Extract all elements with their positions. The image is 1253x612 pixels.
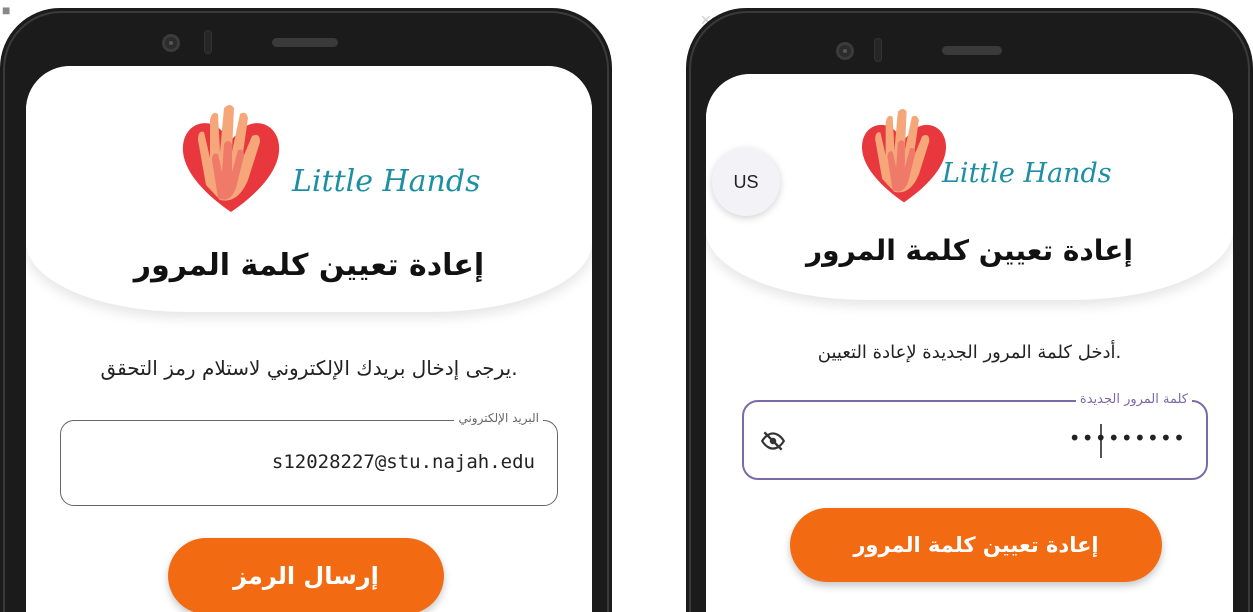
phone-sensor <box>874 38 882 62</box>
window-edge-glyph: ■ <box>2 2 11 18</box>
header-card: Little Hands إعادة تعيين كلمة المرور <box>706 74 1233 300</box>
reset-password-button[interactable]: إعادة تعيين كلمة المرور <box>790 508 1162 582</box>
phone-camera-icon <box>836 42 854 60</box>
phone-camera-icon <box>162 34 180 52</box>
app-name-logo: Little Hands <box>292 164 481 199</box>
logo-hands-heart-icon <box>182 105 280 212</box>
new-password-field-label: كلمة المرور الجديدة <box>1075 392 1192 407</box>
eye-off-icon[interactable] <box>760 428 786 454</box>
phone-frame-right: Little Hands إعادة تعيين كلمة المرور US … <box>686 8 1253 612</box>
send-code-button-label: إرسال الرمز <box>233 562 379 590</box>
new-password-field[interactable]: كلمة المرور الجديدة ••••••••• <box>742 392 1208 480</box>
send-code-button[interactable]: إرسال الرمز <box>168 538 444 612</box>
email-field-label: البريد الإلكتروني <box>454 411 543 425</box>
header-card: Little Hands إعادة تعيين كلمة المرور <box>26 66 592 312</box>
page-title: إعادة تعيين كلمة المرور <box>133 248 485 283</box>
instruction-text: أدخل كلمة المرور الجديدة لإعادة التعيين. <box>817 342 1122 363</box>
app-screen-left: Little Hands إعادة تعيين كلمة المرور يرج… <box>26 66 592 612</box>
app-name-logo: Little Hands <box>942 158 1112 189</box>
reset-password-button-label: إعادة تعيين كلمة المرور <box>853 533 1099 557</box>
phone-speaker <box>942 46 1002 55</box>
email-field-value[interactable]: s12028227@stu.najah.edu <box>272 451 535 473</box>
logo-hands-heart-icon <box>861 109 947 203</box>
language-switch-button[interactable]: US <box>712 148 780 216</box>
phone-frame-left: Little Hands إعادة تعيين كلمة المرور يرج… <box>0 8 612 612</box>
app-screen-right: Little Hands إعادة تعيين كلمة المرور US … <box>706 74 1233 612</box>
page-title: إعادة تعيين كلمة المرور <box>805 234 1134 267</box>
new-password-value[interactable]: ••••••••• <box>1069 426 1186 450</box>
phone-sensor <box>204 30 212 54</box>
email-field[interactable]: البريد الإلكتروني s12028227@stu.najah.ed… <box>60 411 558 506</box>
instruction-text: يرجى إدخال بريدك الإلكتروني لاستلام رمز … <box>100 356 518 380</box>
phone-speaker <box>272 38 338 47</box>
